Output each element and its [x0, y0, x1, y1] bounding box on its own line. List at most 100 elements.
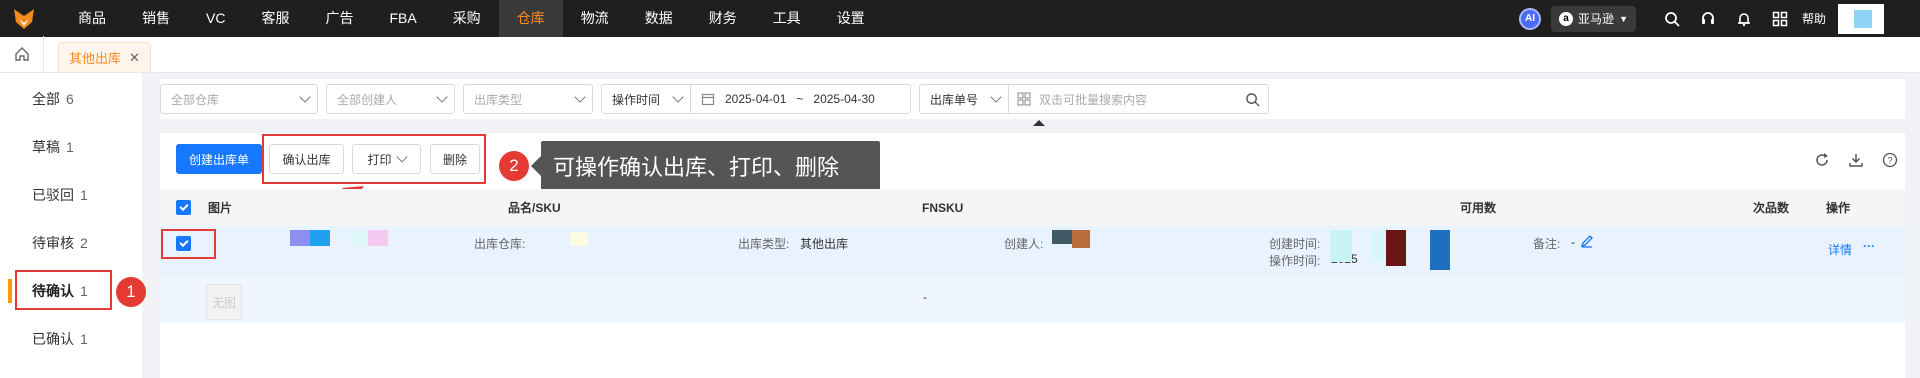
- date-range-picker[interactable]: 2025-04-01 ~ 2025-04-30: [691, 84, 911, 114]
- operated-time-label: 操作时间:: [1269, 254, 1321, 268]
- created-time-label: 创建时间:: [1269, 237, 1321, 251]
- help-link[interactable]: 帮助: [1802, 10, 1826, 27]
- nav-item-products[interactable]: 商品: [60, 0, 124, 37]
- sidebar-item-label: 全部: [32, 91, 60, 107]
- search-icon[interactable]: [1654, 0, 1690, 37]
- sidebar-item-pending-review[interactable]: 待审核 2: [0, 219, 148, 267]
- annotation-badge-2: 2: [499, 151, 529, 181]
- remark-value: -: [1571, 235, 1575, 249]
- table-tools: ?: [1814, 152, 1898, 168]
- remark-label: 备注:: [1533, 237, 1561, 251]
- table-row[interactable]: 出库仓库: 出库类型: 其他出库 创建人: 创建时间: 操作时间: 2025 备…: [160, 226, 1905, 276]
- collapse-caret-icon[interactable]: [1033, 120, 1045, 126]
- sidebar-item-count: 6: [66, 91, 74, 107]
- annotation-badge-1: 1: [116, 277, 146, 307]
- select-value: 操作时间: [612, 92, 661, 107]
- table-header: 图片 品名/SKU FNSKU 可用数 次品数 操作: [160, 189, 1905, 226]
- ai-assistant-button[interactable]: AI: [1519, 7, 1542, 30]
- date-end: 2025-04-30: [813, 92, 875, 106]
- page-tab-bar: 其他出库 ✕: [0, 36, 1920, 73]
- nav-item-data[interactable]: 数据: [627, 0, 691, 37]
- search-placeholder: 双击可批量搜索内容: [1039, 92, 1148, 107]
- select-value: 全部创建人: [337, 92, 398, 107]
- close-icon[interactable]: ✕: [129, 50, 140, 66]
- time-type-select[interactable]: 操作时间: [601, 84, 691, 114]
- headset-icon[interactable]: [1690, 0, 1726, 37]
- nav-item-tools[interactable]: 工具: [755, 0, 819, 37]
- nav-item-warehouse[interactable]: 仓库: [498, 0, 563, 37]
- batch-grid-icon[interactable]: [1017, 92, 1031, 106]
- tab-other-outbound[interactable]: 其他出库 ✕: [58, 42, 151, 72]
- warehouse-select[interactable]: 全部仓库: [160, 84, 318, 114]
- avatar[interactable]: [1838, 3, 1884, 34]
- nav-item-finance[interactable]: 财务: [691, 0, 755, 37]
- select-value: 出库类型: [474, 92, 523, 107]
- help-circle-icon[interactable]: ?: [1882, 152, 1898, 168]
- tab-label: 其他出库: [69, 51, 122, 66]
- highlight-box-sidebar: [15, 270, 112, 310]
- outbound-type-select[interactable]: 出库类型: [463, 84, 593, 114]
- redacted-block: [350, 230, 368, 246]
- caret-down-icon: ▼: [1619, 13, 1628, 24]
- more-actions-icon[interactable]: ···: [1863, 239, 1875, 253]
- fox-logo-icon[interactable]: [0, 0, 48, 37]
- redacted-block: [1386, 230, 1406, 266]
- select-all-checkbox[interactable]: [176, 200, 191, 215]
- col-image: 图片: [208, 201, 233, 215]
- marketplace-selector[interactable]: a 亚马逊 ▼: [1551, 5, 1636, 32]
- sidebar-item-confirmed[interactable]: 已确认 1: [0, 315, 148, 363]
- search-input[interactable]: 双击可批量搜索内容: [1009, 84, 1269, 114]
- refresh-icon[interactable]: [1814, 152, 1830, 168]
- search-icon[interactable]: [1245, 92, 1260, 107]
- apps-grid-icon[interactable]: [1762, 0, 1798, 37]
- search-field-select[interactable]: 出库单号: [919, 84, 1009, 114]
- nav-item-ads[interactable]: 广告: [307, 0, 371, 37]
- edit-pencil-icon[interactable]: [1580, 234, 1594, 248]
- nav-item-vc[interactable]: VC: [188, 0, 243, 37]
- sidebar-item-rejected[interactable]: 已驳回 1: [0, 171, 148, 219]
- amazon-icon: a: [1559, 11, 1574, 26]
- creator-label: 创建人:: [1004, 237, 1044, 251]
- highlight-box-row-checkbox: [161, 229, 216, 259]
- status-sidebar: 全部 6 草稿 1 已驳回 1 待审核 2 待确认 1 已确认 1: [0, 73, 148, 378]
- col-name-sku: 品名/SKU: [508, 201, 561, 215]
- col-fnsku: FNSKU: [922, 200, 964, 215]
- bell-icon[interactable]: [1726, 0, 1762, 37]
- redacted-block: [1072, 230, 1090, 248]
- chevron-down-icon: [299, 91, 311, 103]
- no-image-label: 无图: [211, 295, 236, 310]
- top-nav-bar: 商品 销售 VC 客服 广告 FBA 采购 仓库 物流 数据 财务 工具 设置 …: [0, 0, 1920, 37]
- col-action: 操作: [1826, 201, 1851, 215]
- chevron-down-icon: [990, 91, 1002, 103]
- nav-item-purchase[interactable]: 采购: [435, 0, 499, 37]
- main-nav: 商品 销售 VC 客服 广告 FBA 采购 仓库 物流 数据 财务 工具 设置: [60, 0, 883, 37]
- warehouse-label: 出库仓库:: [474, 237, 526, 251]
- marketplace-label: 亚马逊: [1578, 12, 1615, 26]
- sidebar-item-all[interactable]: 全部 6: [0, 75, 148, 123]
- sidebar-divider: [142, 73, 148, 378]
- redacted-block: [1330, 230, 1352, 262]
- detail-link[interactable]: 详情: [1828, 241, 1852, 258]
- sidebar-item-count: 1: [66, 139, 74, 155]
- redacted-block: [1370, 230, 1386, 262]
- nav-item-service[interactable]: 客服: [243, 0, 307, 37]
- svg-text:?: ?: [1887, 156, 1892, 166]
- select-value: 全部仓库: [171, 92, 220, 107]
- col-defective: 次品数: [1753, 201, 1790, 215]
- date-separator: ~: [796, 92, 804, 106]
- sidebar-item-draft[interactable]: 草稿 1: [0, 123, 148, 171]
- home-icon[interactable]: [0, 36, 44, 72]
- sidebar-item-label: 待审核: [32, 235, 74, 251]
- redacted-block: [1052, 230, 1072, 244]
- download-icon[interactable]: [1848, 152, 1864, 168]
- no-image-placeholder: 无图: [206, 284, 242, 320]
- creator-select[interactable]: 全部创建人: [326, 84, 455, 114]
- create-outbound-button[interactable]: 创建出库单: [176, 144, 262, 174]
- nav-item-logistics[interactable]: 物流: [563, 0, 627, 37]
- nav-item-settings[interactable]: 设置: [819, 0, 883, 37]
- fnsku-value: -: [923, 290, 927, 304]
- calendar-icon: [701, 93, 715, 106]
- nav-item-sales[interactable]: 销售: [124, 0, 188, 37]
- sidebar-item-count: 1: [80, 187, 88, 203]
- nav-item-fba[interactable]: FBA: [371, 0, 434, 37]
